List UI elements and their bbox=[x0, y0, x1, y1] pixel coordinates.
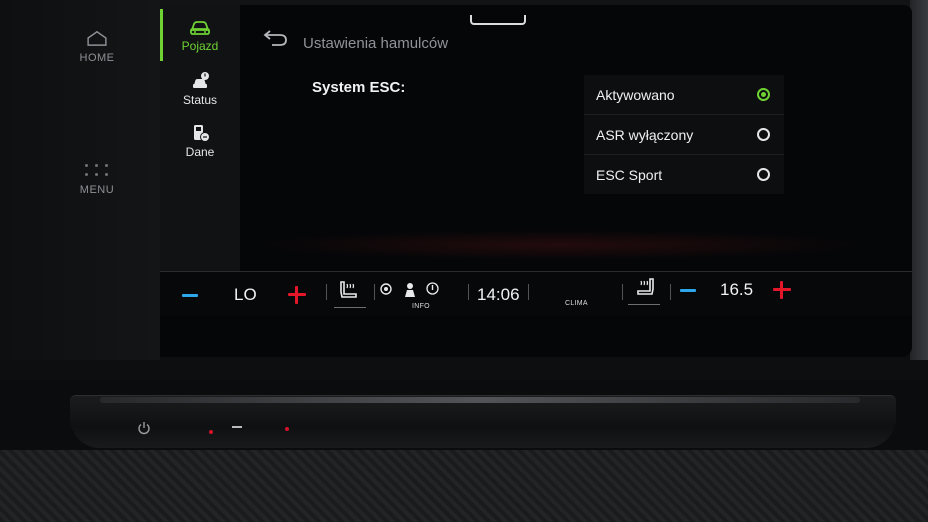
seat-level-indicator bbox=[334, 307, 366, 308]
nav-item-dane[interactable]: Dane bbox=[160, 123, 240, 159]
option-label: ASR wyłączony bbox=[596, 126, 694, 143]
nav-item-status[interactable]: Status bbox=[160, 71, 240, 107]
divider bbox=[622, 284, 623, 300]
menu-grid-icon bbox=[85, 164, 109, 176]
car-status-icon bbox=[193, 72, 209, 88]
left-temp-plus-button[interactable] bbox=[288, 286, 306, 304]
right-seat-heat-icon[interactable] bbox=[634, 277, 656, 297]
nav-label-dane: Dane bbox=[185, 145, 215, 159]
ambient-red-glow bbox=[250, 230, 870, 260]
climate-bar: LO INFO 14:06 CLIMA 16.5 bbox=[160, 271, 912, 316]
menu-label: MENU bbox=[79, 184, 115, 196]
esc-option-asr-off[interactable]: ASR wyłączony bbox=[584, 115, 784, 155]
radio-selected-icon[interactable] bbox=[757, 88, 770, 101]
esc-system-label: System ESC: bbox=[312, 79, 406, 96]
seat-level-indicator bbox=[628, 304, 660, 305]
page-title: Ustawienia hamulców bbox=[303, 35, 449, 52]
radio-unselected-icon[interactable] bbox=[757, 168, 770, 181]
esc-option-aktywowano[interactable]: Aktywowano bbox=[584, 75, 784, 115]
left-seat-heat-icon[interactable] bbox=[338, 280, 360, 300]
right-bezel-edge bbox=[910, 0, 928, 360]
back-arrow-icon[interactable] bbox=[262, 27, 290, 49]
indicator-led bbox=[209, 430, 213, 434]
right-temp-value: 16.5 bbox=[720, 280, 754, 299]
info-icon[interactable] bbox=[426, 282, 439, 295]
carbon-fiber-trim bbox=[0, 450, 928, 522]
option-label: ESC Sport bbox=[596, 166, 663, 183]
clock-display: 14:06 bbox=[477, 285, 520, 304]
divider bbox=[528, 284, 529, 300]
chrome-trim bbox=[100, 397, 860, 403]
divider bbox=[468, 284, 469, 300]
nav-item-pojazd[interactable]: Pojazd bbox=[160, 17, 240, 53]
esc-options-list: Aktywowano ASR wyłączony ESC Sport bbox=[584, 75, 784, 194]
home-label: HOME bbox=[79, 52, 115, 64]
right-temp-minus-button[interactable] bbox=[680, 289, 696, 292]
clima-button[interactable]: CLIMA bbox=[565, 300, 588, 307]
home-icon bbox=[87, 30, 107, 46]
divider bbox=[670, 284, 671, 300]
car-icon bbox=[190, 21, 210, 35]
infotainment-screen: Pojazd Status Dane Ustawienia hamulców S… bbox=[160, 5, 912, 357]
left-temp-minus-button[interactable] bbox=[182, 294, 198, 297]
notification-pull-handle[interactable] bbox=[470, 15, 526, 25]
power-icon[interactable] bbox=[135, 421, 153, 439]
divider bbox=[326, 284, 327, 300]
menu-hardkey[interactable]: MENU bbox=[62, 164, 132, 196]
car-assist-icon[interactable] bbox=[402, 282, 418, 298]
info-label: INFO bbox=[412, 303, 430, 310]
home-hardkey[interactable]: HOME bbox=[62, 30, 132, 64]
auto-climate-icon[interactable] bbox=[380, 283, 392, 295]
right-temp-plus-button[interactable] bbox=[773, 281, 791, 299]
left-temp-value: LO bbox=[234, 285, 257, 304]
nav-label-status: Status bbox=[182, 93, 218, 107]
divider bbox=[374, 284, 375, 300]
fuel-data-icon bbox=[194, 125, 210, 142]
esc-option-esc-sport[interactable]: ESC Sport bbox=[584, 155, 784, 194]
nav-label-pojazd: Pojazd bbox=[181, 39, 219, 53]
option-label: Aktywowano bbox=[596, 86, 675, 103]
slider-mark bbox=[232, 426, 242, 428]
side-navigation: Pojazd Status Dane bbox=[160, 5, 240, 277]
indicator-led bbox=[285, 427, 289, 431]
radio-unselected-icon[interactable] bbox=[757, 128, 770, 141]
